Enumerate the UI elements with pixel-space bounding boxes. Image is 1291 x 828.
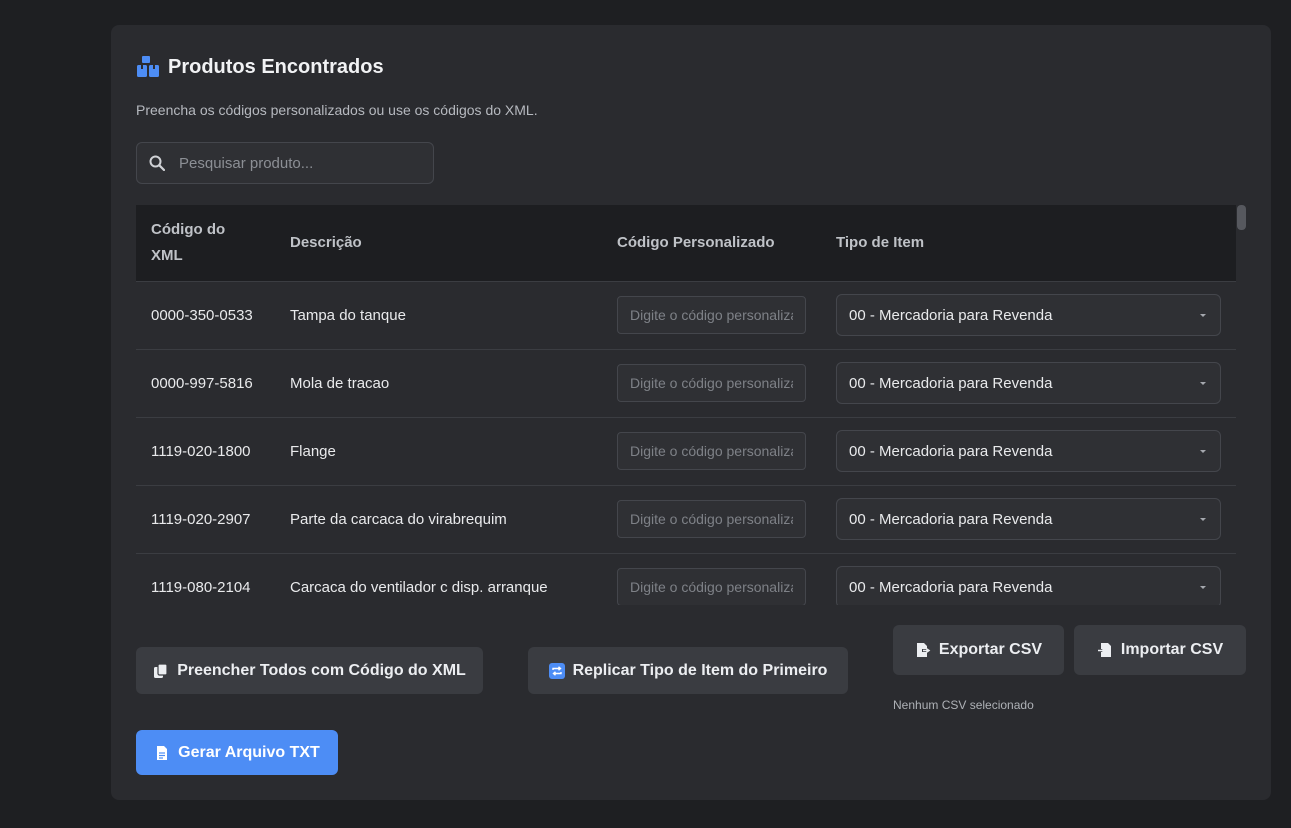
products-panel: Produtos Encontrados Preencha os códigos… xyxy=(111,25,1271,800)
cell-description: Parte da carcaca do virabrequim xyxy=(290,510,507,528)
chevron-down-icon xyxy=(1200,586,1206,590)
custom-code-input[interactable] xyxy=(617,296,806,334)
custom-code-input[interactable] xyxy=(617,432,806,470)
copy-icon xyxy=(154,662,168,678)
fill-all-button[interactable]: Preencher Todos com Código do XML xyxy=(136,647,483,694)
export-csv-label: Exportar CSV xyxy=(938,641,1043,658)
item-type-select[interactable]: 00 - Mercadoria para Revenda xyxy=(836,566,1221,605)
custom-code-input[interactable] xyxy=(617,568,806,605)
products-table-container[interactable]: Código do XML Descrição Código Personali… xyxy=(136,205,1236,605)
generate-txt-label: Gerar Arquivo TXT xyxy=(178,743,320,761)
header-item-type: Tipo de Item xyxy=(836,233,925,251)
panel-header: Produtos Encontrados xyxy=(136,55,384,79)
cell-code: 0000-350-0533 xyxy=(151,306,253,324)
header-custom-code: Código Personalizado xyxy=(617,233,775,251)
item-type-select[interactable]: 00 - Mercadoria para Revenda xyxy=(836,498,1221,540)
cell-description: Flange xyxy=(290,442,336,460)
page-title: Produtos Encontrados xyxy=(168,55,384,78)
custom-code-input[interactable] xyxy=(617,500,806,538)
item-type-select[interactable]: 00 - Mercadoria para Revenda xyxy=(836,430,1221,472)
item-type-value: 00 - Mercadoria para Revenda xyxy=(849,578,1053,596)
boxes-icon xyxy=(137,56,159,77)
table-row: 0000-997-5816 Mola de tracao 00 - Mercad… xyxy=(136,349,1236,417)
chevron-down-icon xyxy=(1200,450,1206,453)
file-export-icon xyxy=(916,643,931,657)
replicate-type-button[interactable]: Replicar Tipo de Item do Primeiro xyxy=(528,647,848,694)
cell-code: 1119-080-2104 xyxy=(151,578,251,596)
import-csv-label: Importar CSV xyxy=(1120,641,1224,658)
table-scrollbar-thumb[interactable] xyxy=(1237,205,1246,230)
custom-code-input[interactable] xyxy=(617,364,806,402)
products-table: Código do XML Descrição Código Personali… xyxy=(136,205,1236,605)
chevron-down-icon xyxy=(1200,314,1206,317)
cell-code: 0000-997-5816 xyxy=(151,374,253,392)
file-import-icon xyxy=(1097,643,1111,657)
item-type-value: 00 - Mercadoria para Revenda xyxy=(849,442,1053,460)
cell-description: Mola de tracao xyxy=(290,374,390,392)
import-csv-button[interactable]: Importar CSV xyxy=(1074,625,1246,675)
table-row: 1119-080-2104 Carcaca do ventilador c di… xyxy=(136,553,1236,605)
table-scrollbar[interactable] xyxy=(1236,205,1246,605)
chevron-down-icon xyxy=(1200,518,1206,521)
search-icon xyxy=(149,155,165,171)
item-type-select[interactable]: 00 - Mercadoria para Revenda xyxy=(836,294,1221,336)
header-description: Descrição xyxy=(290,233,362,251)
item-type-value: 00 - Mercadoria para Revenda xyxy=(849,374,1053,392)
file-text-icon xyxy=(157,745,168,760)
replicate-label: Replicar Tipo de Item do Primeiro xyxy=(572,661,828,679)
cell-code: 1119-020-1800 xyxy=(151,442,251,460)
search-input[interactable] xyxy=(177,153,421,173)
table-row: 1119-020-2907 Parte da carcaca do virabr… xyxy=(136,485,1236,553)
item-type-select[interactable]: 00 - Mercadoria para Revenda xyxy=(836,362,1221,404)
cell-description: Tampa do tanque xyxy=(290,306,406,324)
generate-txt-button[interactable]: Gerar Arquivo TXT xyxy=(136,730,338,775)
cell-code: 1119-020-2907 xyxy=(151,510,251,528)
fill-all-label: Preencher Todos com Código do XML xyxy=(177,661,466,679)
repeat-icon xyxy=(548,662,565,679)
table-header-row: Código do XML Descrição Código Personali… xyxy=(136,205,1236,281)
page-subtitle: Preencha os códigos personalizados ou us… xyxy=(136,102,538,118)
item-type-value: 00 - Mercadoria para Revenda xyxy=(849,510,1053,528)
header-code-xml: Código do XML xyxy=(151,220,226,264)
export-csv-button[interactable]: Exportar CSV xyxy=(893,625,1064,675)
search-box xyxy=(136,142,434,184)
table-row: 0000-350-0533 Tampa do tanque 00 - Merca… xyxy=(136,281,1236,349)
item-type-value: 00 - Mercadoria para Revenda xyxy=(849,306,1053,324)
cell-description: Carcaca do ventilador c disp. arranque xyxy=(290,578,548,596)
chevron-down-icon xyxy=(1200,382,1206,385)
table-row: 1119-020-1800 Flange 00 - Mercadoria par… xyxy=(136,417,1236,485)
csv-file-status: Nenhum CSV selecionado xyxy=(893,698,1034,712)
